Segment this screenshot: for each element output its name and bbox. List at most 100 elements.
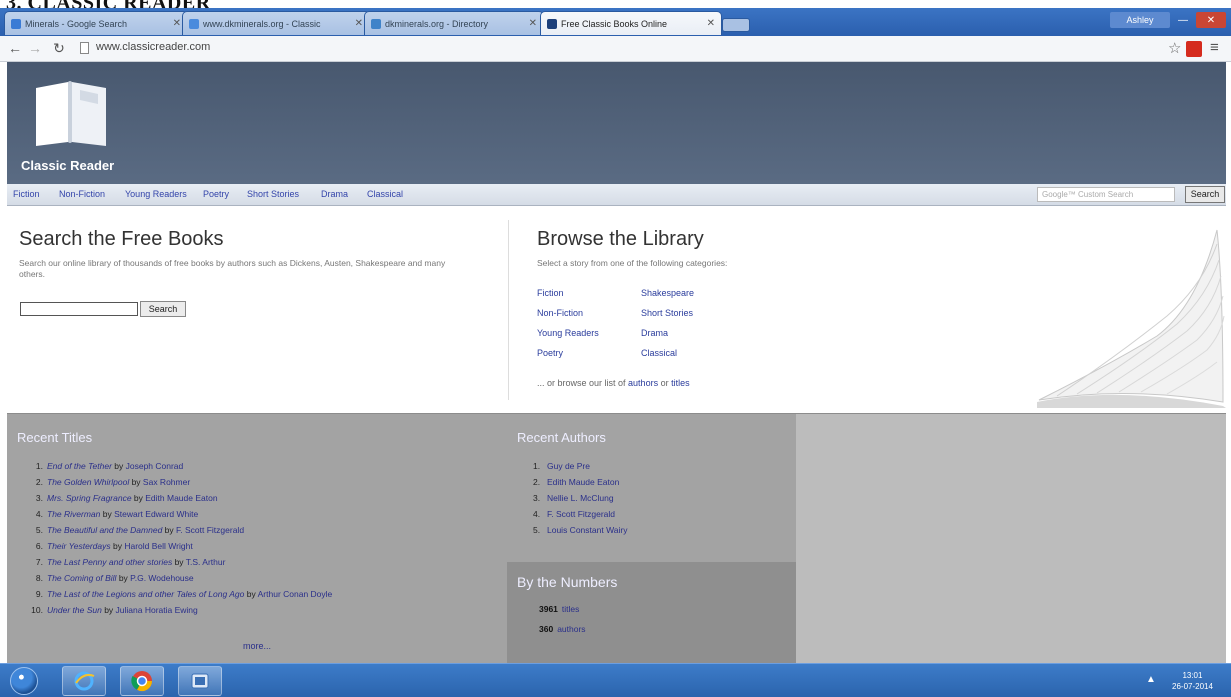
- browse-more-or: or: [658, 378, 672, 388]
- category-fiction[interactable]: Fiction: [537, 288, 564, 298]
- windows-taskbar: ▲ 13:01 26-07-2014: [0, 663, 1231, 697]
- tab-close-icon[interactable]: ✕: [173, 18, 181, 29]
- extension-icon[interactable]: [1186, 41, 1202, 57]
- tab-close-icon[interactable]: ✕: [355, 18, 363, 29]
- browser-tab[interactable]: Minerals - Google Search ✕: [4, 11, 188, 35]
- address-bar[interactable]: www.classicreader.com: [96, 41, 210, 53]
- list-item[interactable]: 4. The Riverman by Stewart Edward White: [29, 509, 198, 519]
- authors-link[interactable]: authors: [628, 378, 658, 388]
- list-item[interactable]: 1. End of the Tether by Joseph Conrad: [29, 461, 183, 471]
- search-heading: Search the Free Books: [19, 228, 224, 250]
- recent-titles-heading: Recent Titles: [17, 430, 93, 445]
- browse-more-prefix: ... or browse our list of: [537, 378, 629, 388]
- nav-young-readers[interactable]: Young Readers: [125, 189, 187, 199]
- browser-tab[interactable]: www.dkminerals.org - Classic ✕: [182, 11, 370, 35]
- book-search-button[interactable]: Search: [140, 301, 186, 317]
- profile-name: Ashley: [1126, 15, 1154, 25]
- list-item[interactable]: 8. The Coming of Bill by P.G. Wodehouse: [29, 573, 194, 583]
- category-shakespeare[interactable]: Shakespeare: [641, 288, 694, 298]
- tray-arrow-icon[interactable]: ▲: [1146, 674, 1156, 685]
- stat-label-link[interactable]: titles: [562, 604, 579, 614]
- empty-side-panel: [796, 413, 1226, 663]
- open-book-image: [1037, 229, 1226, 408]
- stat-value: 360: [539, 624, 554, 634]
- list-item[interactable]: 9. The Last of the Legions and other Tale…: [29, 589, 332, 599]
- clock-time: 13:01: [1182, 671, 1203, 680]
- back-arrow-icon[interactable]: ←: [6, 39, 24, 57]
- tab-label: Free Classic Books Online: [561, 18, 668, 29]
- recent-authors-heading: Recent Authors: [517, 430, 606, 445]
- ie-icon[interactable]: [62, 666, 106, 696]
- browser-tabstrip: Minerals - Google Search ✕ www.dkmineral…: [0, 8, 1231, 36]
- chrome-icon[interactable]: [120, 666, 164, 696]
- category-poetry[interactable]: Poetry: [537, 348, 563, 358]
- site-header: Classic Reader: [7, 62, 1226, 184]
- nav-drama[interactable]: Drama: [321, 189, 348, 199]
- window-close-icon[interactable]: ✕: [1196, 12, 1226, 28]
- top-search-button[interactable]: Search: [1185, 186, 1225, 203]
- browser-tab[interactable]: dkminerals.org - Directory ✕: [364, 11, 544, 35]
- nav-short-stories[interactable]: Short Stories: [247, 189, 299, 199]
- stat-row: 360 authors: [539, 624, 586, 634]
- by-the-numbers-heading: By the Numbers: [517, 574, 618, 590]
- category-young-readers[interactable]: Young Readers: [537, 328, 599, 338]
- nav-classical[interactable]: Classical: [367, 189, 403, 199]
- search-description: Search our online library of thousands o…: [19, 258, 446, 279]
- browser-menu-icon[interactable]: ≡: [1210, 39, 1219, 56]
- more-titles-link[interactable]: more...: [243, 641, 271, 651]
- recent-titles-panel: Recent Titles 1. End of the Tether by Jos…: [7, 413, 507, 663]
- list-item[interactable]: 6. Their Yesterdays by Harold Bell Wright: [29, 541, 193, 551]
- list-item[interactable]: 5. Louis Constant Wairy: [533, 525, 627, 535]
- nav-poetry[interactable]: Poetry: [203, 189, 229, 199]
- main-content: Search the Free Books Search our online …: [7, 206, 1226, 413]
- tray-clock[interactable]: 13:01 26-07-2014: [1172, 670, 1213, 692]
- category-classical[interactable]: Classical: [641, 348, 677, 358]
- category-non-fiction[interactable]: Non-Fiction: [537, 308, 583, 318]
- browse-heading: Browse the Library: [537, 228, 704, 250]
- browser-tab-active[interactable]: Free Classic Books Online ✕: [540, 11, 722, 35]
- tab-close-icon[interactable]: ✕: [529, 18, 537, 29]
- file-explorer-icon[interactable]: [178, 666, 222, 696]
- new-tab-button[interactable]: [722, 18, 750, 32]
- list-item[interactable]: 2. The Golden Whirlpool by Sax Rohmer: [29, 477, 190, 487]
- list-item[interactable]: 3. Mrs. Spring Fragrance by Edith Maude E…: [29, 493, 218, 503]
- tab-close-icon[interactable]: ✕: [707, 18, 715, 29]
- list-item[interactable]: 4. F. Scott Fitzgerald: [533, 509, 615, 519]
- list-item[interactable]: 7. The Last Penny and other stories by T.…: [29, 557, 226, 567]
- list-item[interactable]: 10. Under the Sun by Juliana Horatia Ewin…: [29, 605, 198, 615]
- tab-favicon-icon: [11, 18, 21, 29]
- custom-search-input[interactable]: Google™ Custom Search: [1037, 187, 1175, 202]
- page-icon: [80, 42, 89, 54]
- book-logo-icon[interactable]: [32, 80, 110, 146]
- list-item[interactable]: 1. Guy de Pre: [533, 461, 590, 471]
- forward-arrow-icon[interactable]: →: [26, 39, 44, 57]
- site-nav: Fiction Non-Fiction Young Readers Poetry…: [7, 184, 1226, 206]
- tab-label: dkminerals.org - Directory: [385, 18, 489, 29]
- list-item[interactable]: 5. The Beautiful and the Damned by F. Sco…: [29, 525, 244, 535]
- tab-favicon-icon: [371, 18, 381, 29]
- tab-label: Minerals - Google Search: [25, 18, 128, 29]
- start-button-icon[interactable]: [10, 667, 38, 695]
- book-search-input[interactable]: [20, 302, 138, 316]
- nav-fiction[interactable]: Fiction: [13, 189, 40, 199]
- category-drama[interactable]: Drama: [641, 328, 668, 338]
- browse-more-line: ... or browse our list of authors or tit…: [537, 378, 690, 388]
- reload-icon[interactable]: ↻: [50, 39, 68, 57]
- nav-non-fiction[interactable]: Non-Fiction: [59, 189, 105, 199]
- stat-label-link[interactable]: authors: [557, 624, 585, 634]
- minimize-icon[interactable]: —: [1172, 12, 1194, 28]
- bookmark-star-icon[interactable]: ☆: [1168, 39, 1181, 57]
- recent-authors-panel: Recent Authors 1. Guy de Pre 2. Edith Maud…: [507, 413, 796, 562]
- profile-button[interactable]: Ashley: [1110, 12, 1170, 28]
- tab-favicon-icon: [547, 18, 557, 29]
- stat-value: 3961: [539, 604, 558, 614]
- tab-label: www.dkminerals.org - Classic: [203, 18, 321, 29]
- site-name[interactable]: Classic Reader: [21, 158, 114, 173]
- category-short-stories[interactable]: Short Stories: [641, 308, 693, 318]
- list-item[interactable]: 2. Edith Maude Eaton: [533, 477, 619, 487]
- by-the-numbers-panel: By the Numbers 3961 titles 360 authors: [507, 562, 796, 663]
- titles-link[interactable]: titles: [671, 378, 690, 388]
- browse-description: Select a story from one of the following…: [537, 258, 728, 268]
- browser-toolbar: ← → ↻ www.classicreader.com ☆ ≡: [0, 36, 1231, 62]
- list-item[interactable]: 3. Nellie L. McClung: [533, 493, 614, 503]
